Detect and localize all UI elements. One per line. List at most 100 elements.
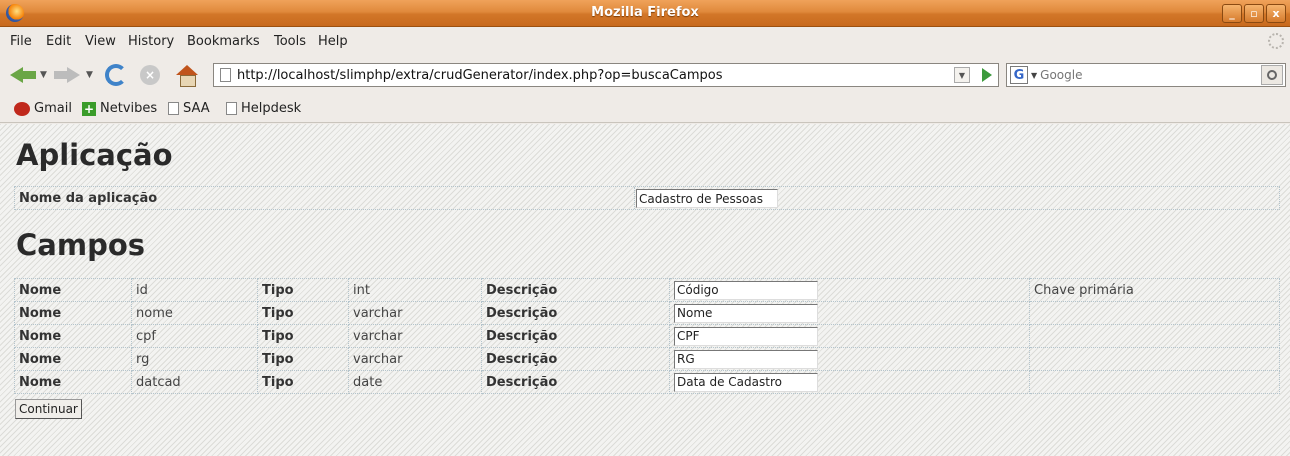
field-name: rg [131, 347, 258, 371]
heading-aplicacao: Aplicação [16, 138, 173, 172]
description-input-id[interactable] [674, 280, 818, 300]
close-button[interactable]: x [1266, 4, 1286, 23]
field-name: datcad [131, 370, 258, 394]
application-name-row: Nome da aplicação [14, 186, 1280, 210]
tipo-label: Tipo [257, 301, 349, 325]
reload-icon [105, 64, 127, 86]
description-cell [669, 324, 1030, 348]
field-type: varchar [348, 347, 482, 371]
descricao-label: Descrição [481, 347, 670, 371]
search-bar[interactable]: G ▼ [1006, 63, 1286, 87]
url-text[interactable]: http://localhost/slimphp/extra/crudGener… [237, 68, 722, 83]
window-controls: _ ▫ x [1222, 4, 1286, 23]
home-button[interactable] [176, 63, 198, 87]
field-note [1029, 301, 1280, 325]
back-history-dropdown[interactable]: ▼ [40, 63, 47, 87]
description-input-nome[interactable] [674, 303, 818, 323]
description-cell [669, 370, 1030, 394]
field-name: cpf [131, 324, 258, 348]
bookmark-label: Gmail [34, 101, 72, 116]
bookmark-helpdesk[interactable]: Helpdesk [226, 101, 301, 116]
description-input-cpf[interactable] [674, 326, 818, 346]
magnifier-icon [1267, 70, 1277, 80]
nome-label: Nome [14, 278, 132, 302]
descricao-label: Descrição [481, 301, 670, 325]
tipo-label: Tipo [257, 347, 349, 371]
back-arrow-icon [10, 65, 36, 85]
netvibes-icon: + [82, 101, 96, 116]
descricao-label: Descrição [481, 370, 670, 394]
table-row: Nome rg Tipo varchar Descrição [14, 347, 1280, 371]
go-button[interactable] [982, 68, 992, 82]
menu-file[interactable]: File [10, 34, 32, 49]
cell-divider [634, 187, 635, 209]
table-row: Nome cpf Tipo varchar Descrição [14, 324, 1280, 348]
bookmark-label: Helpdesk [241, 101, 302, 116]
description-input-rg[interactable] [674, 349, 818, 369]
home-icon [176, 65, 198, 87]
google-engine-icon[interactable]: G [1010, 66, 1028, 84]
dropdown-arrow-icon: ▼ [86, 70, 93, 80]
url-history-dropdown[interactable]: ▼ [954, 67, 970, 83]
maximize-button[interactable]: ▫ [1244, 4, 1264, 23]
search-button[interactable] [1261, 65, 1283, 85]
table-row: Nome datcad Tipo date Descrição [14, 370, 1280, 394]
back-button[interactable] [10, 63, 36, 87]
table-row: Nome id Tipo int Descrição Chave primári… [14, 278, 1280, 302]
bookmark-netvibes[interactable]: + Netvibes [82, 101, 157, 116]
menu-tools[interactable]: Tools [274, 34, 306, 49]
bookmark-label: SAA [183, 101, 210, 116]
reload-button[interactable] [105, 63, 127, 87]
stop-button[interactable]: × [140, 63, 160, 87]
forward-button[interactable] [54, 63, 80, 87]
nome-label: Nome [14, 301, 132, 325]
page-icon [226, 102, 237, 115]
gmail-icon [14, 101, 30, 116]
menu-bookmarks[interactable]: Bookmarks [187, 34, 260, 49]
field-note [1029, 370, 1280, 394]
description-cell [669, 347, 1030, 371]
bookmark-gmail[interactable]: Gmail [14, 101, 72, 116]
field-name: id [131, 278, 258, 302]
menu-help[interactable]: Help [318, 34, 348, 49]
application-name-label: Nome da aplicação [19, 191, 158, 206]
description-cell [669, 301, 1030, 325]
descricao-label: Descrição [481, 324, 670, 348]
field-note [1029, 324, 1280, 348]
menu-history[interactable]: History [128, 34, 174, 49]
application-name-input[interactable] [636, 189, 778, 208]
forward-history-dropdown[interactable]: ▼ [86, 63, 93, 87]
page-icon [168, 102, 179, 115]
nome-label: Nome [14, 324, 132, 348]
descricao-label: Descrição [481, 278, 670, 302]
stop-icon: × [140, 65, 160, 85]
nome-label: Nome [14, 370, 132, 394]
menu-view[interactable]: View [85, 34, 116, 49]
page-icon [220, 68, 231, 82]
field-note: Chave primária [1029, 278, 1280, 302]
forward-arrow-icon [54, 65, 80, 85]
bookmark-saa[interactable]: SAA [168, 101, 210, 116]
page-content: Aplicação Nome da aplicação Campos Nome … [0, 124, 1290, 456]
field-type: varchar [348, 324, 482, 348]
bookmarks-toolbar: Gmail + Netvibes SAA Helpdesk [0, 95, 1290, 123]
throbber-icon [1268, 33, 1284, 49]
heading-campos: Campos [16, 228, 146, 262]
menu-edit[interactable]: Edit [46, 34, 71, 49]
description-input-datcad[interactable] [674, 372, 818, 392]
url-bar[interactable]: http://localhost/slimphp/extra/crudGener… [213, 63, 999, 87]
dropdown-arrow-icon: ▼ [40, 70, 47, 80]
tipo-label: Tipo [257, 278, 349, 302]
field-type: varchar [348, 301, 482, 325]
field-type: int [348, 278, 482, 302]
fields-table: Nome id Tipo int Descrição Chave primári… [14, 278, 1280, 394]
field-note [1029, 347, 1280, 371]
continue-button[interactable]: Continuar [15, 399, 82, 419]
minimize-button[interactable]: _ [1222, 4, 1242, 23]
table-row: Nome nome Tipo varchar Descrição [14, 301, 1280, 325]
description-cell [669, 278, 1030, 302]
tipo-label: Tipo [257, 324, 349, 348]
search-engine-dropdown-icon[interactable]: ▼ [1031, 71, 1037, 80]
nome-label: Nome [14, 347, 132, 371]
search-input[interactable] [1040, 68, 1241, 82]
